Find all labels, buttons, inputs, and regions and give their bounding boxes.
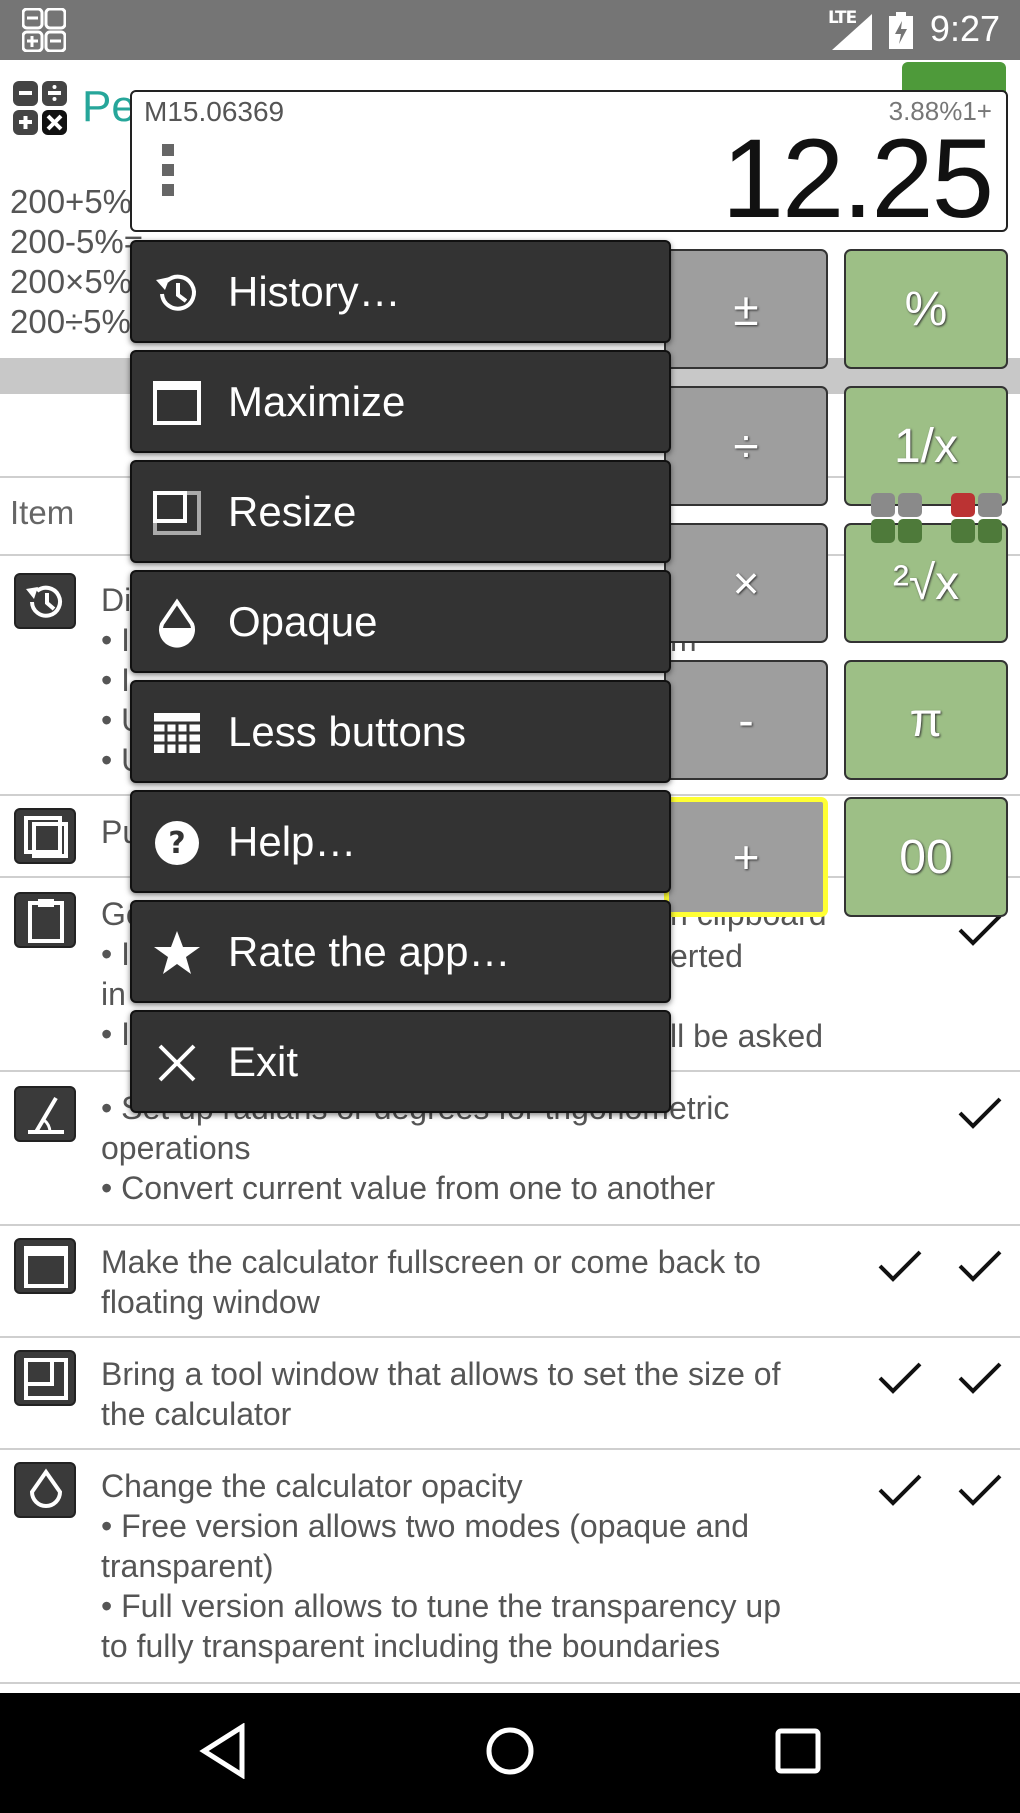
double-zero-key[interactable]: 00 <box>844 797 1008 917</box>
maximize-icon <box>153 381 201 425</box>
clipboard-row-fragment: ll be asked <box>670 1018 823 1054</box>
menu-item-label: Exit <box>228 1038 299 1085</box>
clipboard-icon <box>14 892 76 948</box>
calculator-drag-handle[interactable] <box>902 62 1006 92</box>
plus-minus-key[interactable]: ± <box>664 249 828 369</box>
opacity-row-text: Change the calculator opacity • Free ver… <box>101 1468 781 1664</box>
grid-icon <box>154 713 200 753</box>
history-icon <box>156 274 196 311</box>
history-icon <box>14 573 76 629</box>
back-icon[interactable] <box>198 1723 248 1779</box>
menu-item-maximize[interactable]: Maximize <box>130 350 671 453</box>
divider <box>0 1682 1020 1684</box>
calculator-app-icon <box>21 7 67 56</box>
star-icon <box>154 931 200 974</box>
status-bar: LTE 9:27 <box>0 0 1020 60</box>
recents-icon[interactable] <box>774 1723 822 1779</box>
mini-calculator-icon <box>870 492 924 548</box>
opacity-icon <box>14 1462 76 1518</box>
display-value: 12.25 <box>721 116 994 241</box>
menu-item-help[interactable]: ? Help… <box>130 790 671 893</box>
menu-item-label: Rate the app… <box>228 928 511 975</box>
maximize-icon <box>14 808 76 864</box>
checkmark-icon <box>958 1097 1002 1129</box>
multiply-key[interactable]: × <box>664 523 828 643</box>
memory-readout: M15.06369 <box>144 96 285 127</box>
calculator-display[interactable]: M15.06369 3.88%1+ 12.25 <box>130 90 1008 241</box>
checkmark-icon <box>878 1362 922 1394</box>
more-options-icon[interactable] <box>162 144 174 200</box>
menu-item-label: Opaque <box>228 598 378 645</box>
divide-key[interactable]: ÷ <box>664 386 828 506</box>
pi-key[interactable]: π <box>844 660 1008 780</box>
fullscreen-icon <box>14 1238 76 1294</box>
menu-item-label: Resize <box>228 488 357 535</box>
menu-item-less-buttons[interactable]: Less buttons <box>130 680 671 783</box>
checkmark-icon <box>878 1250 922 1282</box>
menu-item-history[interactable]: History… <box>130 240 671 343</box>
app-logo-icon <box>12 80 68 140</box>
reciprocal-key[interactable]: 1/x <box>844 386 1008 506</box>
checkmark-icon <box>958 1250 1002 1282</box>
menu-item-label: History… <box>228 268 401 315</box>
menu-item-rate-app[interactable]: Rate the app… <box>130 900 671 1003</box>
menu-item-opaque[interactable]: Opaque <box>130 570 671 673</box>
clock: 9:27 <box>929 8 1000 49</box>
column-header-item: Item <box>10 494 75 531</box>
fullscreen-row-text: Make the calculator fullscreen or come b… <box>101 1244 761 1320</box>
menu-item-label: Maximize <box>228 378 406 425</box>
menu-item-resize[interactable]: Resize <box>130 460 671 563</box>
home-icon[interactable] <box>484 1723 536 1779</box>
divider <box>0 1336 1020 1338</box>
close-icon <box>158 1044 196 1082</box>
menu-item-label: Help… <box>228 818 357 865</box>
menu-item-label: Less buttons <box>228 708 467 755</box>
help-icon: ? <box>155 821 199 865</box>
angle-icon <box>14 1086 76 1142</box>
svg-text:?: ? <box>168 826 185 861</box>
menu-item-exit[interactable]: Exit <box>130 1010 671 1113</box>
mini-calculator-icon <box>950 492 1004 548</box>
checkmark-icon <box>878 1474 922 1506</box>
divider <box>0 1448 1020 1450</box>
divider <box>0 1224 1020 1226</box>
resize-icon <box>14 1350 76 1406</box>
battery-icon <box>888 12 914 54</box>
navigation-bar <box>0 1693 1020 1813</box>
plus-key[interactable]: + <box>664 797 828 917</box>
checkmark-icon <box>958 1362 1002 1394</box>
checkmark-icon <box>958 1474 1002 1506</box>
opacity-drop-icon <box>159 598 195 648</box>
resize-row-text: Bring a tool window that allows to set t… <box>101 1356 781 1432</box>
percent-key[interactable]: % <box>844 249 1008 369</box>
signal-icon <box>832 14 874 54</box>
resize-icon <box>153 491 201 535</box>
minus-key[interactable]: - <box>664 660 828 780</box>
